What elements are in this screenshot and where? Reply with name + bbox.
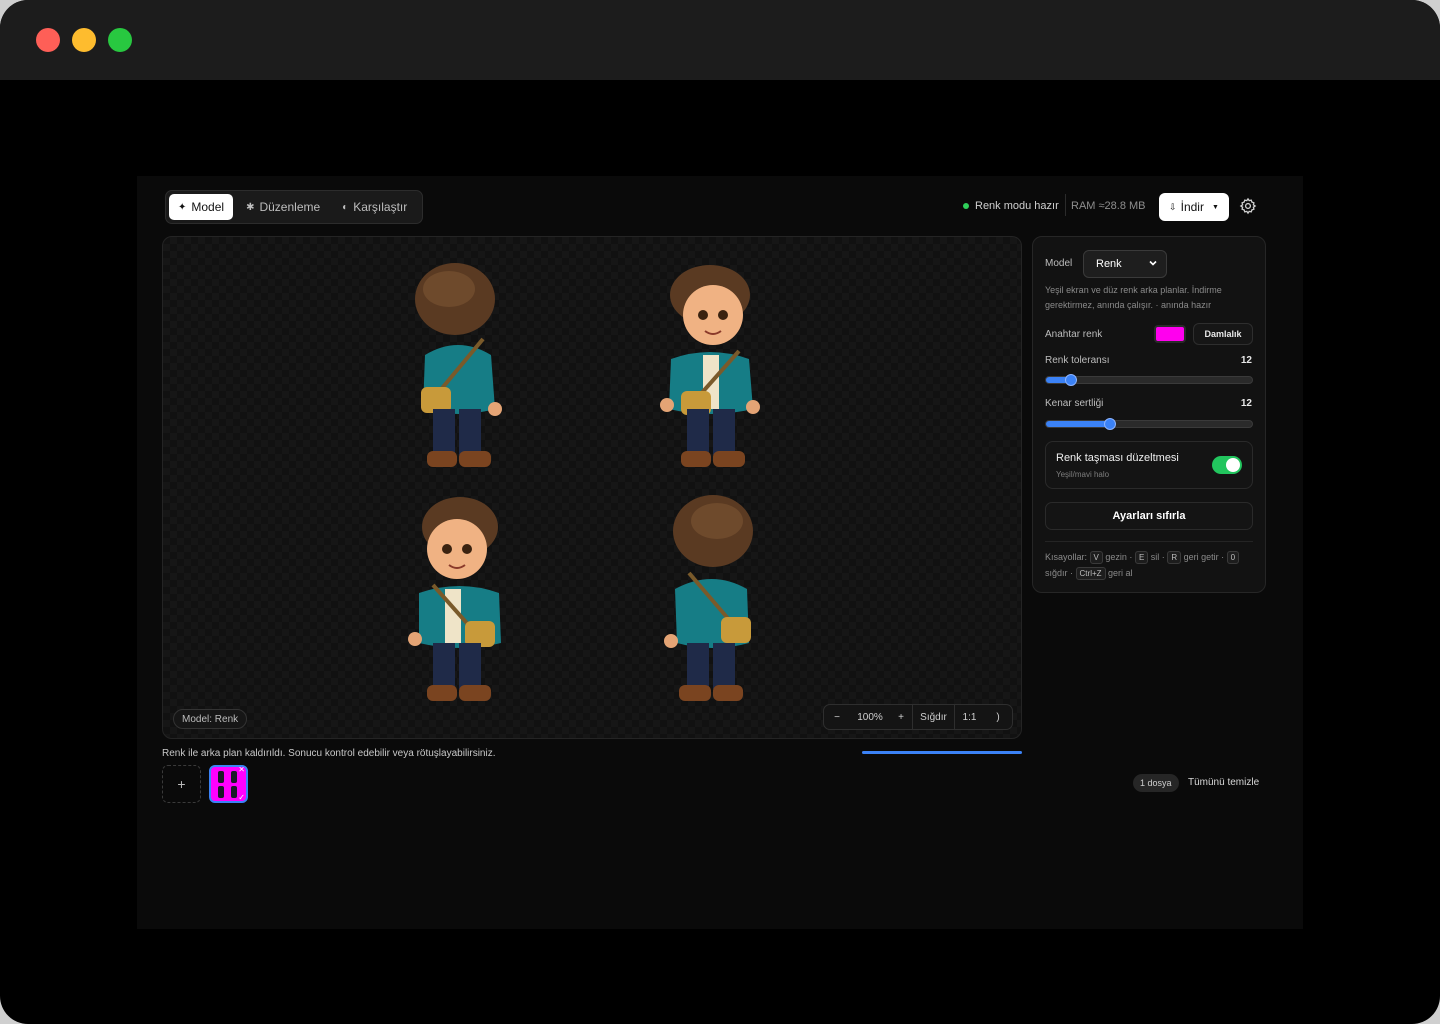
shortcuts-help: Kısayollar: V gezin · E sil · R geri get… (1045, 549, 1255, 581)
actual-size-button[interactable]: 1:1 (954, 705, 984, 729)
zoom-out-button[interactable]: − (824, 705, 850, 729)
fit-button[interactable]: Sığdır (912, 705, 954, 729)
edge-hardness-value: 12 (1240, 398, 1252, 409)
key-color-swatch[interactable] (1154, 325, 1186, 343)
shortcuts-prefix: Kısayollar: (1045, 552, 1088, 562)
spill-correction-toggle[interactable] (1212, 456, 1242, 474)
sparkle-icon: ✦ (178, 201, 187, 213)
download-button[interactable]: ⇩ İndir ▼ (1159, 193, 1229, 221)
edge-slider-handle[interactable] (1103, 418, 1116, 430)
shortcut-text: gezin · (1105, 552, 1133, 562)
character-front-view-image (660, 265, 760, 467)
status-text: Renk modu hazır (975, 200, 1059, 212)
panel-divider (1045, 541, 1253, 542)
caret-down-icon: ▼ (1211, 203, 1219, 211)
progress-bar (862, 751, 1022, 754)
progress-fill (862, 751, 1022, 754)
model-label: Model (1045, 258, 1073, 269)
shortcut-key: R (1167, 551, 1182, 564)
download-label: İndir (1180, 200, 1204, 214)
edge-hardness-label: Kenar sertliği (1045, 398, 1104, 409)
model-description: Yeşil ekran ve düz renk arka planlar. İn… (1045, 285, 1222, 310)
app-container: ✦ Model ✱ Düzenleme ◐ Karşılaştır Renk m… (137, 176, 1303, 929)
tolerance-value: 12 (1240, 355, 1252, 366)
half-circle-icon: ◐ (342, 201, 349, 213)
key-color-label: Anahtar renk (1045, 329, 1103, 340)
edge-slider-fill (1046, 421, 1110, 427)
zoom-in-button[interactable]: + (890, 705, 912, 729)
shortcut-text: geri getir · (1183, 552, 1225, 562)
app-window: ✦ Model ✱ Düzenleme ◐ Karşılaştır Renk m… (0, 0, 1440, 1024)
shortcut-text: sığdır · (1045, 568, 1074, 578)
shortcut-text: sil · (1150, 552, 1165, 562)
zoom-level: 100% (857, 711, 883, 723)
spill-correction-card: Renk taşması düzeltmesi Yeşil/mavi halo (1045, 441, 1253, 489)
model-select[interactable]: Renk (1083, 250, 1167, 278)
tab-label: Karşılaştır (353, 200, 408, 214)
tab-duzenleme[interactable]: ✱ Düzenleme (237, 194, 329, 220)
spill-subtitle: Yeşil/mavi halo (1056, 470, 1110, 479)
gear-icon[interactable] (1239, 197, 1257, 215)
image-canvas[interactable]: Model: Renk − 100% + Sığdır 1:1 ) (162, 236, 1022, 739)
file-thumbnail[interactable]: ✕ ✓ (209, 765, 248, 803)
tab-model[interactable]: ✦ Model (169, 194, 234, 220)
header-divider (1065, 194, 1066, 216)
close-window-button[interactable] (36, 28, 60, 52)
add-file-button[interactable]: + (162, 765, 201, 803)
character-back-left-view-image (664, 495, 753, 701)
tolerance-slider[interactable] (1045, 374, 1253, 386)
shortcut-key: 0 (1226, 551, 1240, 564)
result-message: Renk ile arka plan kaldırıldı. Sonucu ko… (162, 748, 496, 759)
check-icon: ✓ (238, 793, 245, 802)
shortcut-text: geri al (1108, 568, 1133, 578)
edge-hardness-slider[interactable] (1045, 418, 1253, 430)
tolerance-label: Renk toleransı (1045, 355, 1110, 366)
reset-settings-button[interactable]: Ayarları sıfırla (1045, 502, 1253, 530)
maximize-window-button[interactable] (108, 28, 132, 52)
model-status: Renk modu hazır (963, 200, 1059, 212)
model-select-value: Renk (1096, 258, 1122, 270)
file-count-badge: 1 dosya (1133, 774, 1179, 792)
star-icon: ✱ (246, 201, 255, 213)
model-badge: Model: Renk (173, 709, 248, 729)
ram-usage: RAM ≈28.8 MB (1071, 200, 1146, 212)
status-dot-icon (963, 203, 969, 209)
tab-label: Model (191, 200, 225, 214)
toggle-knob (1226, 458, 1240, 472)
title-bar (0, 0, 1440, 80)
shortcut-key: V (1089, 551, 1103, 564)
minimize-window-button[interactable] (72, 28, 96, 52)
download-icon: ⇩ (1169, 201, 1177, 212)
tab-karsilastir[interactable]: ◐ Karşılaştır (333, 194, 416, 220)
tolerance-slider-handle[interactable] (1064, 374, 1077, 386)
chevron-down-icon (1149, 260, 1157, 266)
pan-next-button[interactable]: ) (984, 705, 1012, 729)
eyedropper-button[interactable]: Damlalık (1193, 323, 1253, 345)
tab-label: Düzenleme (259, 200, 321, 214)
character-back-view-image (415, 263, 502, 467)
remove-file-icon[interactable]: ✕ (238, 767, 245, 774)
mode-tabs: ✦ Model ✱ Düzenleme ◐ Karşılaştır (165, 190, 423, 224)
settings-panel: Model Renk Yeşil ekran ve düz renk arka … (1032, 236, 1266, 593)
shortcut-key: Ctrl+Z (1075, 567, 1106, 580)
zoom-controls: − 100% + Sığdır 1:1 ) (823, 704, 1013, 730)
character-front-left-view-image (408, 497, 501, 701)
clear-all-button[interactable]: Tümünü temizle (1188, 777, 1259, 788)
spill-title: Renk taşması düzeltmesi (1056, 452, 1179, 464)
shortcut-key: E (1134, 551, 1149, 564)
